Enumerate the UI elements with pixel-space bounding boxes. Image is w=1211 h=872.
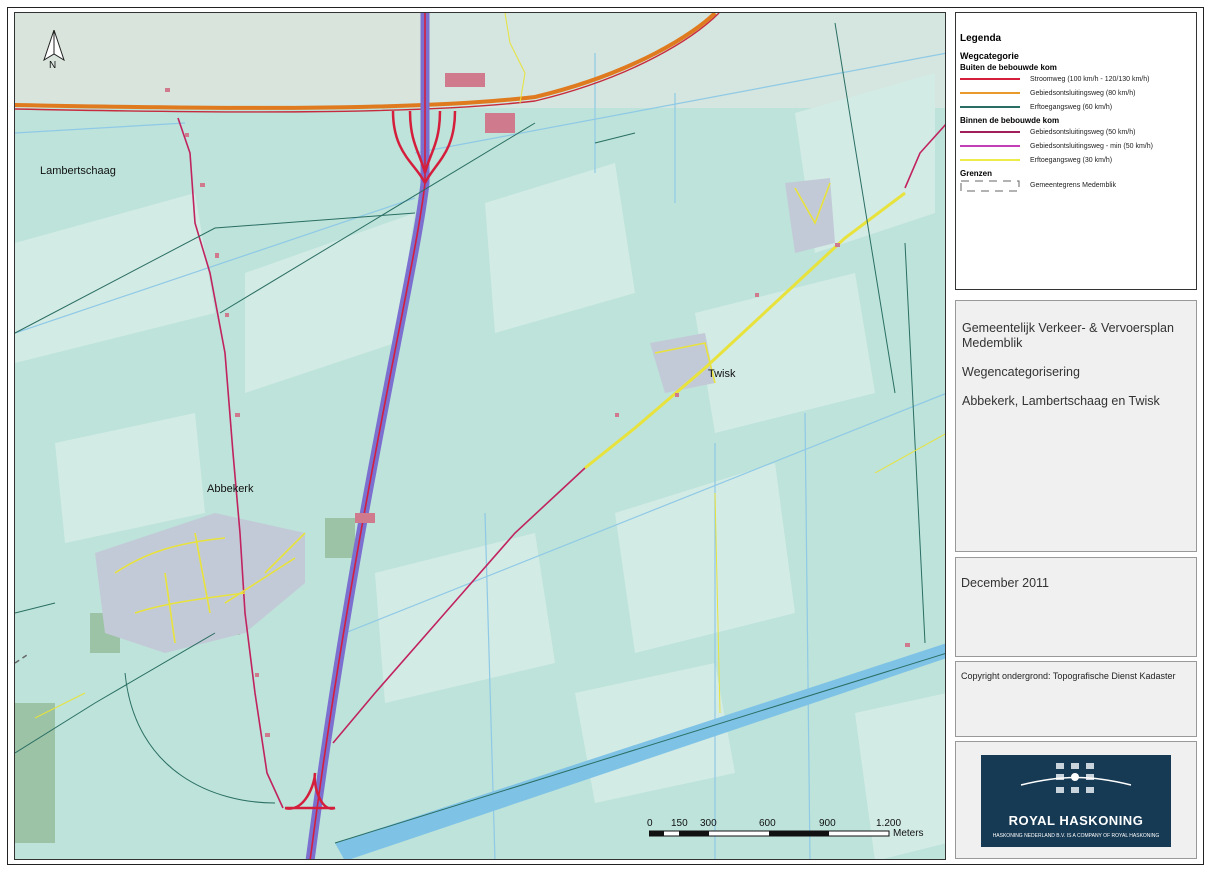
legend-swatch — [960, 89, 1020, 97]
project-municipality: Medemblik — [962, 336, 1023, 350]
scale-tick: 600 — [759, 818, 776, 829]
legend-label: Gebiedsontsluitingsweg (80 km/h) — [1030, 89, 1136, 97]
map-canvas[interactable]: Lambertschaag Abbekerk Twisk N 0 150 300… — [14, 12, 946, 860]
scale-bar: 0 150 300 600 900 1.200 Meters — [647, 818, 945, 858]
north-arrow-icon — [43, 30, 65, 62]
royal-haskoning-logo: ROYAL HASKONING HASKONING NEDERLAND B.V.… — [981, 755, 1171, 847]
legend-label: Gemeentegrens Medemblik — [1030, 181, 1116, 189]
north-arrow: N — [39, 30, 69, 80]
logo-emblem-icon — [1020, 763, 1132, 793]
project-title: Gemeentelijk Verkeer- & Vervoersplan — [962, 321, 1174, 335]
copyright-text: Copyright ondergrond: Topografische Dien… — [961, 671, 1176, 681]
legend-panel: Legenda Wegcategorie Buiten de bebouwde … — [955, 12, 1197, 290]
legend-label: Stroomweg (100 km/h - 120/130 km/h) — [1030, 75, 1150, 83]
legend-item: Gemeentegrens Medemblik — [960, 178, 1192, 192]
interchange-south — [284, 772, 336, 810]
legend-group-title: Binnen de bebouwde kom — [960, 116, 1060, 125]
legend-swatch — [960, 142, 1020, 150]
legend-label: Erftoegangsweg (60 km/h) — [1030, 103, 1113, 111]
scale-tick: 0 — [647, 818, 653, 829]
copyright-panel: Copyright ondergrond: Topografische Dien… — [955, 661, 1197, 737]
legend-swatch — [960, 128, 1020, 136]
scale-tick: 900 — [819, 818, 836, 829]
place-label-twisk: Twisk — [708, 368, 736, 380]
map-subject: Wegencategorisering — [962, 365, 1080, 379]
legend-item: Gebiedsontsluitingsweg (80 km/h) — [960, 86, 1192, 100]
date-panel: December 2011 — [955, 557, 1197, 657]
legend-label: Gebiedsontsluitingsweg (50 km/h) — [1030, 128, 1136, 136]
north-label: N — [49, 60, 57, 71]
legend-item: Erftoegangsweg (60 km/h) — [960, 100, 1192, 114]
logo-tagline: HASKONING NEDERLAND B.V. IS A COMPANY OF… — [992, 833, 1160, 839]
map-drawing — [15, 13, 945, 859]
title-panel: Gemeentelijk Verkeer- & Vervoersplan Med… — [955, 300, 1197, 552]
legend-swatch — [960, 179, 1020, 192]
legend-label: Erftoegangsweg (30 km/h) — [1030, 156, 1113, 164]
legend-group-title: Buiten de bebouwde kom — [960, 63, 1057, 72]
scale-bar-graphic — [649, 830, 890, 837]
legend-section: Wegcategorie — [960, 51, 1019, 61]
legend-group-title: Grenzen — [960, 169, 993, 178]
legend-swatch — [960, 156, 1020, 164]
boundary-swatch-icon — [960, 180, 1020, 192]
legend-item: Gebiedsontsluitingsweg - min (50 km/h) — [960, 139, 1192, 153]
map-area: Abbekerk, Lambertschaag en Twisk — [962, 394, 1160, 408]
place-label-abbekerk: Abbekerk — [207, 483, 254, 495]
place-label-lambertschaag: Lambertschaag — [40, 165, 116, 177]
legend-item: Stroomweg (100 km/h - 120/130 km/h) — [960, 72, 1192, 86]
legend-title: Legenda — [960, 33, 1002, 44]
scale-tick: 300 — [700, 818, 717, 829]
legend-item: Erftoegangsweg (30 km/h) — [960, 153, 1192, 167]
municipal-boundary — [15, 652, 31, 664]
scale-tick: 150 — [671, 818, 688, 829]
abbekerk-builtup — [95, 513, 305, 653]
legend-label: Gebiedsontsluitingsweg - min (50 km/h) — [1030, 142, 1153, 150]
top-field-west — [15, 13, 425, 101]
logo-name: ROYAL HASKONING — [1008, 813, 1144, 828]
logo-panel: ROYAL HASKONING HASKONING NEDERLAND B.V.… — [955, 741, 1197, 859]
legend-swatch — [960, 103, 1020, 111]
map-date: December 2011 — [961, 576, 1050, 590]
highway-stroomweg-line — [309, 13, 426, 859]
legend-item: Gebiedsontsluitingsweg (50 km/h) — [960, 125, 1192, 139]
legend-swatch — [960, 75, 1020, 83]
